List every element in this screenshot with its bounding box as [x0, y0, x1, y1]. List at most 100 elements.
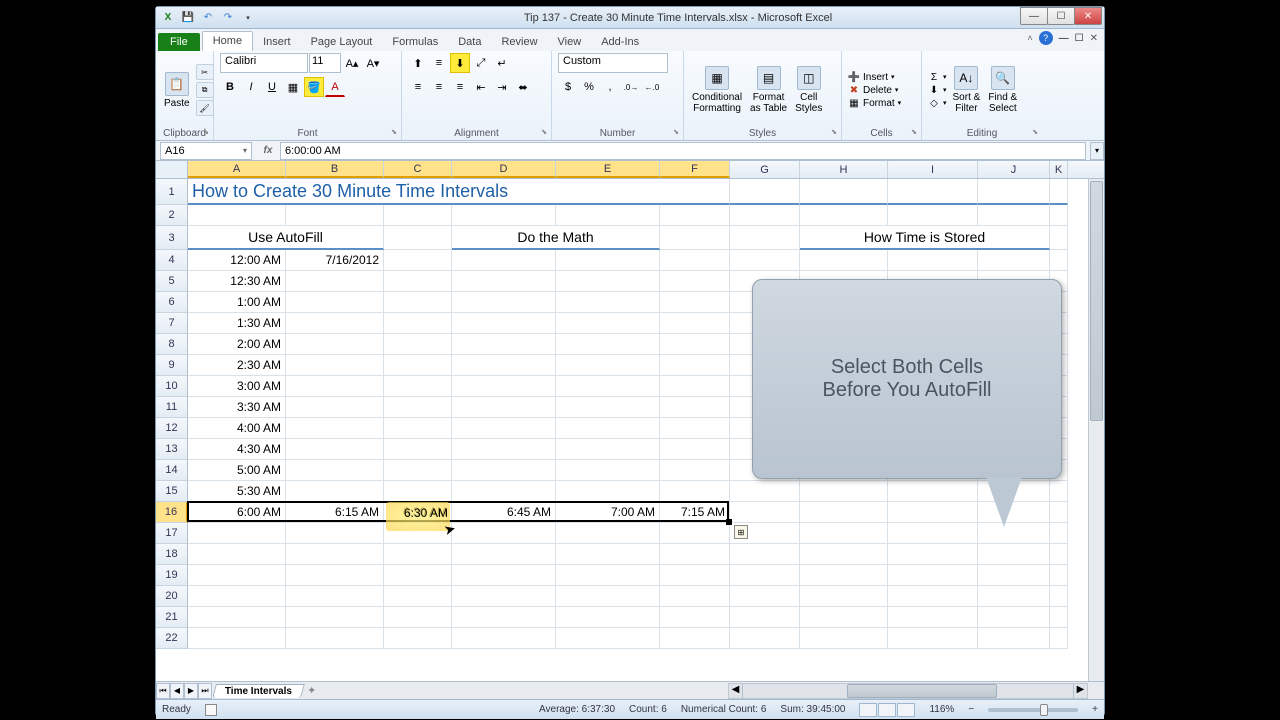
row-header-8[interactable]: 8 [156, 334, 188, 355]
cell-F21[interactable] [660, 607, 730, 628]
cell-F17[interactable] [660, 523, 730, 544]
cell-G21[interactable] [730, 607, 800, 628]
cell-B4[interactable]: 7/16/2012 [286, 250, 384, 271]
cell-C4[interactable] [384, 250, 452, 271]
cell-A16[interactable]: 6:00 AM [188, 502, 286, 523]
cell-E12[interactable] [556, 418, 660, 439]
col-header-C[interactable]: C [384, 161, 452, 178]
cell-J19[interactable] [978, 565, 1050, 586]
cell-A17[interactable] [188, 523, 286, 544]
cell-E15[interactable] [556, 481, 660, 502]
vertical-scrollbar[interactable] [1088, 179, 1104, 681]
undo-icon[interactable]: ↶ [200, 10, 216, 26]
cell-H18[interactable] [800, 544, 888, 565]
cell-B12[interactable] [286, 418, 384, 439]
row-header-16[interactable]: 16 [156, 502, 188, 523]
cell-I15[interactable] [888, 481, 978, 502]
cell-E17[interactable] [556, 523, 660, 544]
row-header-1[interactable]: 1 [156, 179, 188, 205]
cell-I21[interactable] [888, 607, 978, 628]
increase-decimal-icon[interactable]: .0→ [621, 77, 641, 97]
grow-font-icon[interactable]: A▴ [342, 53, 362, 73]
cell-C9[interactable] [384, 355, 452, 376]
cell-F9[interactable] [660, 355, 730, 376]
cell-B5[interactable] [286, 271, 384, 292]
cell-D10[interactable] [452, 376, 556, 397]
cell-C6[interactable] [384, 292, 452, 313]
macro-record-icon[interactable] [205, 704, 217, 716]
cell-E11[interactable] [556, 397, 660, 418]
cell-G18[interactable] [730, 544, 800, 565]
border-button[interactable]: ▦ [283, 77, 303, 97]
cell-A9[interactable]: 2:30 AM [188, 355, 286, 376]
cell-A19[interactable] [188, 565, 286, 586]
cell-E19[interactable] [556, 565, 660, 586]
cell-J4[interactable] [978, 250, 1050, 271]
cell-D15[interactable] [452, 481, 556, 502]
zoom-in-icon[interactable]: + [1092, 704, 1098, 715]
cell-H1[interactable] [800, 179, 888, 205]
workbook-min-icon[interactable]: — [1059, 33, 1069, 44]
cell-B9[interactable] [286, 355, 384, 376]
cell-D19[interactable] [452, 565, 556, 586]
zoom-out-icon[interactable]: − [968, 704, 974, 715]
workbook-close-icon[interactable]: ✕ [1090, 33, 1098, 44]
cell-F13[interactable] [660, 439, 730, 460]
cell-A15[interactable]: 5:30 AM [188, 481, 286, 502]
col-header-I[interactable]: I [888, 161, 978, 178]
col-header-B[interactable]: B [286, 161, 384, 178]
tab-nav-prev[interactable]: ◀ [170, 683, 184, 699]
underline-button[interactable]: U [262, 77, 282, 97]
tab-insert[interactable]: Insert [253, 33, 301, 51]
cell-G3[interactable] [730, 226, 800, 250]
cell-A21[interactable] [188, 607, 286, 628]
autosum-button[interactable]: Σ▾ [928, 71, 947, 83]
find-select-button[interactable]: 🔍Find & Select [986, 64, 1019, 116]
col-header-F[interactable]: F [660, 161, 730, 178]
cell-D7[interactable] [452, 313, 556, 334]
row-header-11[interactable]: 11 [156, 397, 188, 418]
fill-color-button[interactable]: 🪣 [304, 77, 324, 97]
sort-filter-button[interactable]: A↓Sort & Filter [951, 64, 983, 116]
maximize-button[interactable]: ☐ [1047, 7, 1075, 25]
align-top-icon[interactable]: ⬆ [408, 53, 428, 73]
cell-C22[interactable] [384, 628, 452, 649]
cell-E18[interactable] [556, 544, 660, 565]
align-right-icon[interactable]: ≡ [450, 77, 470, 97]
accounting-format-icon[interactable]: $ [558, 77, 578, 97]
qat-customize-icon[interactable]: ▾ [240, 10, 256, 26]
cell-K3[interactable] [1050, 226, 1068, 250]
cell-A13[interactable]: 4:30 AM [188, 439, 286, 460]
row-header-19[interactable]: 19 [156, 565, 188, 586]
cell-E21[interactable] [556, 607, 660, 628]
row-header-4[interactable]: 4 [156, 250, 188, 271]
tab-data[interactable]: Data [448, 33, 491, 51]
row-header-18[interactable]: 18 [156, 544, 188, 565]
cell-J22[interactable] [978, 628, 1050, 649]
cell-H21[interactable] [800, 607, 888, 628]
col-header-K[interactable]: K [1050, 161, 1068, 178]
cell-D8[interactable] [452, 334, 556, 355]
cell-A1[interactable]: How to Create 30 Minute Time Intervals [188, 179, 730, 205]
cell-D18[interactable] [452, 544, 556, 565]
cell-C7[interactable] [384, 313, 452, 334]
cell-B10[interactable] [286, 376, 384, 397]
tab-nav-last[interactable]: ⏭ [198, 683, 212, 699]
cell-I19[interactable] [888, 565, 978, 586]
cell-styles-button[interactable]: ◫Cell Styles [793, 64, 824, 116]
cell-D11[interactable] [452, 397, 556, 418]
cell-B15[interactable] [286, 481, 384, 502]
cell-B2[interactable] [286, 205, 384, 226]
cell-A8[interactable]: 2:00 AM [188, 334, 286, 355]
cell-A5[interactable]: 12:30 AM [188, 271, 286, 292]
cell-F8[interactable] [660, 334, 730, 355]
cell-F14[interactable] [660, 460, 730, 481]
fill-handle[interactable] [726, 519, 732, 525]
cell-C2[interactable] [384, 205, 452, 226]
cell-K22[interactable] [1050, 628, 1068, 649]
tab-nav-next[interactable]: ▶ [184, 683, 198, 699]
increase-indent-icon[interactable]: ⇥ [492, 77, 512, 97]
cell-I16[interactable] [888, 502, 978, 523]
bold-button[interactable]: B [220, 77, 240, 97]
fill-button[interactable]: ⬇▾ [928, 84, 947, 96]
